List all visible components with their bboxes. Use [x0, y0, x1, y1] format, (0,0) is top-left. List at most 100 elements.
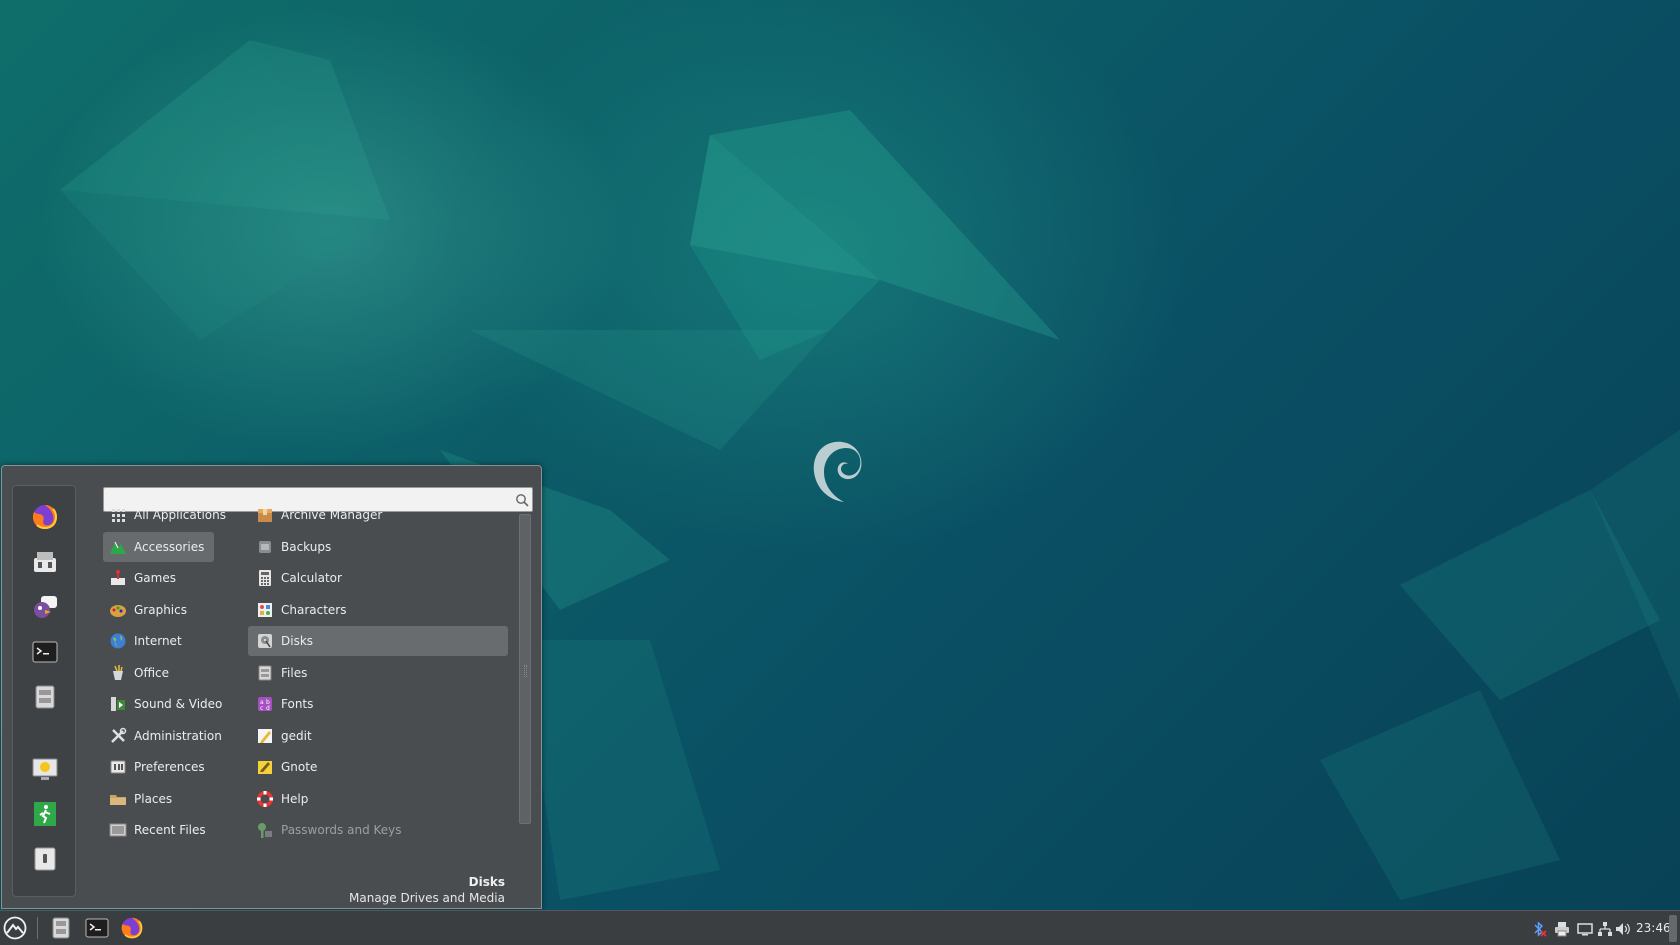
- grid-icon: [112, 509, 125, 522]
- firefox-icon: [32, 505, 57, 529]
- preferences-icon: [110, 760, 126, 774]
- app-gnote[interactable]: Gnote: [248, 752, 508, 782]
- favorite-pidgin[interactable]: [30, 592, 60, 622]
- network-icon[interactable]: [1597, 921, 1613, 937]
- panel-launcher-files[interactable]: [47, 914, 75, 942]
- category-label: Places: [134, 792, 173, 806]
- panel-clock[interactable]: 23:46: [1636, 921, 1671, 935]
- favorite-files[interactable]: [30, 682, 60, 712]
- shutdown-icon: [34, 847, 56, 871]
- category-internet[interactable]: Internet: [103, 626, 214, 656]
- display-icon[interactable]: [1577, 921, 1593, 937]
- application-menu: All Applications Accessories Games Graph…: [1, 465, 542, 909]
- logout-icon: [34, 802, 56, 826]
- svg-text:c: c: [260, 705, 263, 712]
- app-fonts[interactable]: abcd Fonts: [248, 689, 508, 719]
- app-label: Gnote: [281, 760, 318, 774]
- category-recent-files[interactable]: Recent Files: [103, 815, 214, 845]
- printer-icon[interactable]: [1554, 921, 1570, 937]
- archive-manager-icon: [258, 509, 272, 522]
- software-manager-icon: [34, 552, 56, 572]
- firefox-icon: [121, 917, 143, 939]
- category-administration[interactable]: Administration: [103, 721, 222, 751]
- backups-icon: [259, 541, 271, 553]
- office-icon: [113, 665, 123, 680]
- favorite-firefox[interactable]: [30, 502, 60, 532]
- favorites-bar: [12, 485, 76, 897]
- scrollbar-thumb[interactable]: [519, 514, 531, 824]
- app-disks[interactable]: Disks: [248, 626, 508, 656]
- favorite-software-manager[interactable]: [30, 547, 60, 577]
- menu-button[interactable]: [1, 914, 29, 942]
- app-label: Files: [281, 666, 308, 680]
- accessories-icon: [110, 541, 126, 554]
- app-gedit[interactable]: gedit: [248, 721, 508, 751]
- category-label: Accessories: [134, 540, 205, 554]
- app-list-scrollbar[interactable]: [519, 514, 531, 876]
- sound-video-icon: [111, 697, 125, 711]
- volume-icon[interactable]: [1615, 921, 1631, 937]
- terminal-icon: [32, 641, 58, 663]
- category-label: Preferences: [134, 760, 205, 774]
- category-sound-video[interactable]: Sound & Video: [103, 689, 222, 719]
- panel-launcher-terminal[interactable]: [83, 914, 111, 942]
- category-all-applications[interactable]: All Applications: [103, 500, 226, 530]
- category-label: Office: [134, 666, 170, 680]
- app-backups[interactable]: Backups: [248, 532, 508, 562]
- app-description-title: Disks: [468, 875, 505, 889]
- scrollbar-grip: [524, 665, 527, 677]
- administration-icon: [111, 727, 127, 743]
- gedit-icon: [258, 729, 272, 743]
- app-label: Calculator: [281, 571, 342, 585]
- passwords-keys-icon: [258, 823, 272, 838]
- recent-files-icon: [109, 823, 127, 837]
- category-places[interactable]: Places: [103, 784, 214, 814]
- app-label: gedit: [281, 729, 312, 743]
- category-label: Recent Files: [134, 823, 206, 837]
- app-label: Disks: [281, 634, 314, 648]
- category-label: Internet: [134, 634, 182, 648]
- lock-screen-icon: [32, 758, 58, 780]
- app-archive-manager[interactable]: Archive Manager: [248, 500, 508, 530]
- fonts-icon: a bc d: [258, 697, 272, 712]
- favorite-terminal[interactable]: [30, 637, 60, 667]
- games-icon: [111, 570, 125, 585]
- panel-launcher-firefox[interactable]: [118, 914, 146, 942]
- app-label: Help: [281, 792, 309, 806]
- bottom-panel: 23:46: [0, 910, 1680, 945]
- category-graphics[interactable]: Graphics: [103, 595, 214, 625]
- bluetooth-disabled-icon[interactable]: [1531, 921, 1547, 937]
- files-icon: [258, 665, 272, 681]
- favorite-shut-down[interactable]: [30, 844, 60, 874]
- app-passwords-and-keys[interactable]: Passwords and Keys: [248, 815, 508, 845]
- favorite-log-out[interactable]: [30, 799, 60, 829]
- category-label: All Applications: [134, 508, 226, 522]
- help-icon: [257, 791, 273, 807]
- category-label: Sound & Video: [134, 697, 223, 711]
- show-desktop-button[interactable]: [1669, 915, 1677, 942]
- app-description-text: Manage Drives and Media: [349, 891, 505, 905]
- category-accessories[interactable]: Accessories: [103, 532, 214, 562]
- app-label: Archive Manager: [281, 508, 383, 522]
- category-preferences[interactable]: Preferences: [103, 752, 214, 782]
- app-characters[interactable]: Characters: [248, 595, 508, 625]
- app-label: Characters: [281, 603, 347, 617]
- menu-icon: [3, 916, 27, 940]
- disks-icon: [258, 634, 272, 648]
- places-folder-icon: [110, 795, 126, 805]
- search-icon[interactable]: [515, 493, 529, 507]
- category-label: Graphics: [134, 603, 187, 617]
- app-label: Backups: [281, 540, 332, 554]
- app-label: Fonts: [281, 697, 314, 711]
- category-office[interactable]: Office: [103, 658, 214, 688]
- internet-icon: [110, 633, 126, 649]
- app-calculator[interactable]: Calculator: [248, 563, 508, 593]
- app-files[interactable]: Files: [248, 658, 508, 688]
- app-label: Passwords and Keys: [281, 823, 402, 837]
- favorite-lock-screen[interactable]: [30, 754, 60, 784]
- category-games[interactable]: Games: [103, 563, 214, 593]
- debian-swirl-logo: [813, 441, 862, 502]
- app-help[interactable]: Help: [248, 784, 508, 814]
- graphics-icon: [110, 605, 126, 617]
- file-manager-icon: [52, 917, 70, 939]
